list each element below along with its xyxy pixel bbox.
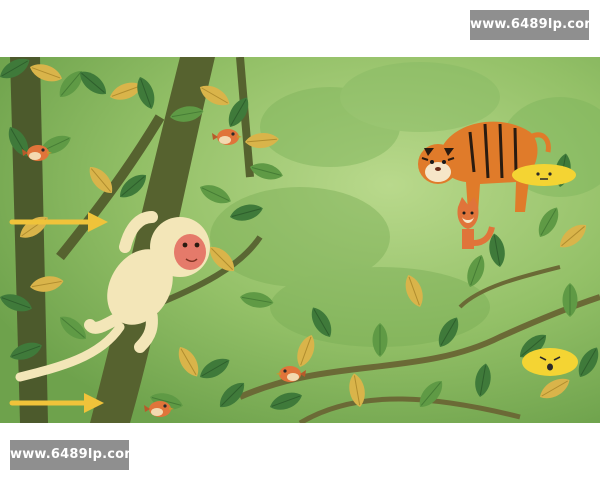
smiley-neutral: [512, 164, 576, 186]
watermark-bottom: www.6489lp.com: [10, 440, 138, 470]
watermark-top: www.6489lp.com: [470, 10, 598, 40]
jungle-scene: [0, 57, 600, 423]
jungle-illustration: [0, 57, 600, 423]
page: www.6489lp.com www.6489lp.com: [0, 0, 600, 480]
smiley-surprised: [522, 348, 578, 376]
